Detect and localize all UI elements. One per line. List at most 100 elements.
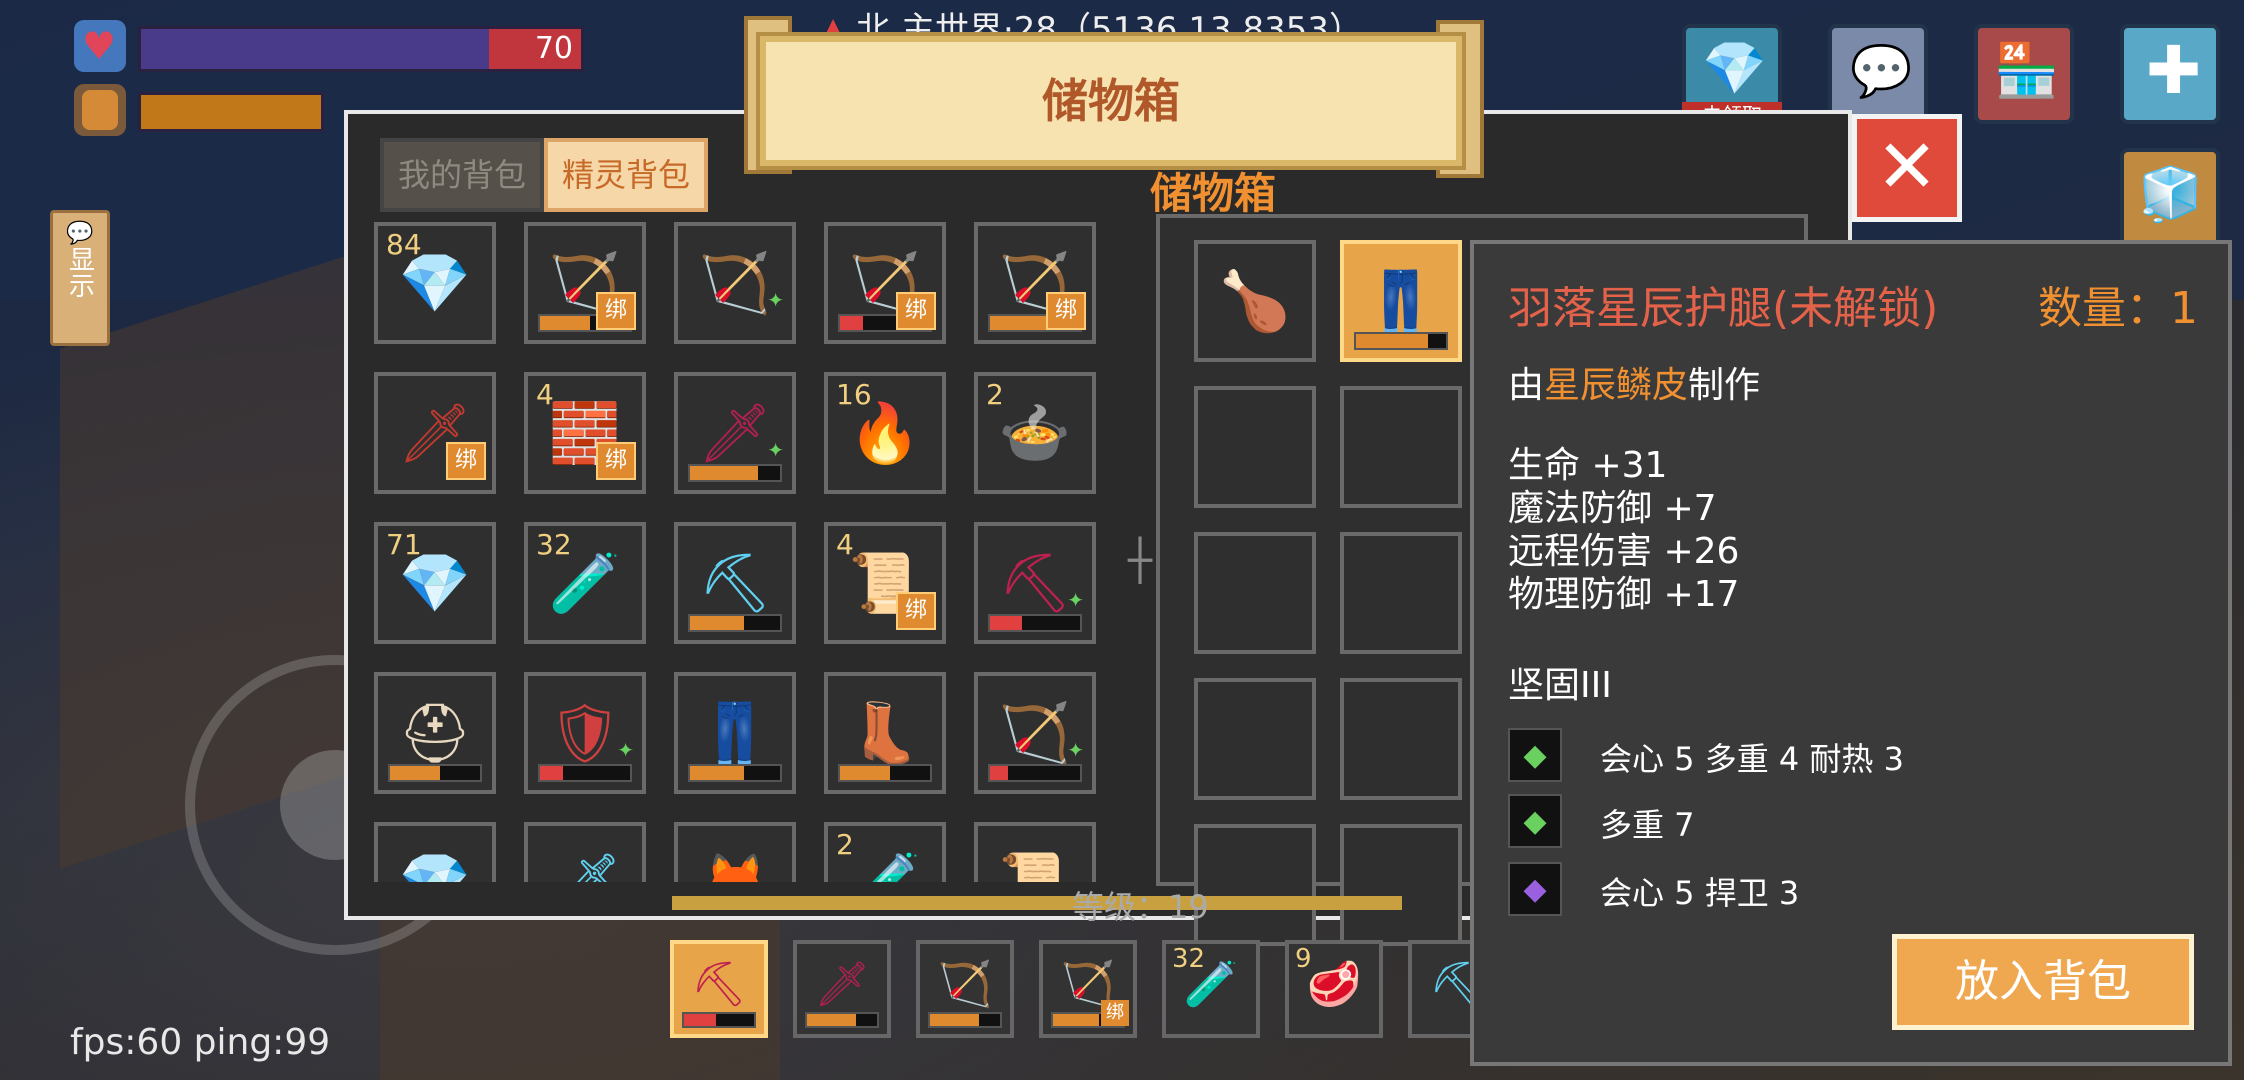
inventory-slot[interactable]: 🏹 绑 [974, 222, 1096, 344]
inventory-slot[interactable]: 🥩 9 [1285, 940, 1383, 1038]
bound-badge: 绑 [896, 592, 936, 630]
inventory-slot[interactable]: ⛑ [374, 672, 496, 794]
inventory-slot[interactable]: 🔥 16 [824, 372, 946, 494]
inventory-slot[interactable]: 🏹 ✦ [974, 672, 1096, 794]
inventory-slot[interactable]: ⛏ ✦ [974, 522, 1096, 644]
sparkle-icon: ✦ [1067, 738, 1084, 762]
inventory-slot[interactable]: 🏹 绑 [824, 222, 946, 344]
inventory-slot[interactable] [1340, 678, 1462, 800]
inventory-slot[interactable] [1340, 824, 1462, 946]
inventory-slot[interactable]: 📜 4 绑 [824, 522, 946, 644]
chat-bubble-icon: 💬 [1850, 42, 1913, 100]
durability-bar [688, 614, 782, 632]
shop-button[interactable]: 🏪 [1974, 24, 2074, 124]
put-in-backpack-button[interactable]: 放入背包 [1892, 934, 2194, 1030]
durability-bar [838, 764, 932, 782]
plus-icon: ✚ [2146, 32, 2202, 109]
inventory-slot[interactable]: 🧱 4 绑 [524, 372, 646, 494]
inventory-slot[interactable] [1194, 532, 1316, 654]
inventory-slot[interactable]: ⛏ [674, 522, 796, 644]
item-icon: 🗡 [528, 848, 642, 882]
stat-line: 生命 +31 [1508, 445, 1668, 486]
stat-line: 远程伤害 +26 [1508, 531, 1740, 572]
crosshair-icon: ┼ [1128, 538, 1153, 584]
inventory-slot[interactable]: 🧪 32 [524, 522, 646, 644]
bound-badge: 绑 [596, 442, 636, 480]
inventory-slot[interactable]: 🧪2 [824, 822, 946, 882]
reward-gem-button[interactable]: 💎 未领取 [1682, 24, 1782, 128]
health-value: 70 [534, 31, 573, 66]
item-count: 84 [386, 228, 422, 261]
stat-line: 物理防御 +17 [1508, 574, 1740, 615]
inventory-slot[interactable]: 🗡 绑 [374, 372, 496, 494]
item-enchant: 坚固III [1508, 665, 1612, 706]
gem-icon: 💎 [1702, 39, 1767, 99]
item-icon: ⛏ [698, 549, 772, 617]
inventory-slot[interactable]: 🏹 [916, 940, 1014, 1038]
durability-bar [688, 464, 782, 482]
gem-icon: ◆ [1508, 794, 1562, 848]
inventory-slot[interactable] [1194, 678, 1316, 800]
level-progress-bar [672, 896, 1402, 910]
cubes-icon: 🧊 [2138, 165, 2203, 225]
item-count: 2 [836, 828, 854, 861]
item-tooltip: 羽落星辰护腿(未解锁) 数量：1 由星辰鳞皮制作 生命 +31 魔法防御 +7 … [1470, 240, 2232, 1066]
tab-spirit-backpack[interactable]: 精灵背包 [544, 138, 708, 212]
window-title: 储物箱 [760, 36, 1462, 166]
item-icon: 👖 [1364, 267, 1438, 335]
inventory-slot[interactable]: 💎 84 [374, 222, 496, 344]
inventory-slot[interactable]: 🦊✦ [674, 822, 796, 882]
blocks-button[interactable]: 🧊 [2120, 148, 2220, 248]
inventory-slot[interactable] [1194, 824, 1316, 946]
inventory-slot[interactable]: 🗡 [793, 940, 891, 1038]
item-count: 9 [1295, 944, 1312, 974]
inventory-slot[interactable]: 🏹 绑 [524, 222, 646, 344]
inventory-slot[interactable] [1194, 386, 1316, 508]
durability-bar [805, 1012, 879, 1028]
inventory-slot[interactable]: 🍲 2 [974, 372, 1096, 494]
inventory-slot[interactable]: 👖 [1340, 240, 1462, 362]
inventory-slot[interactable]: 💎 71 [374, 522, 496, 644]
close-button[interactable]: ✕ [1852, 114, 1962, 222]
chat-button[interactable]: 💬 [1828, 24, 1928, 124]
inventory-slot[interactable] [1340, 532, 1462, 654]
durability-bar [1354, 332, 1448, 350]
item-recipe: 由星辰鳞皮制作 [1508, 365, 1761, 406]
inventory-slot[interactable]: 🏹 绑 [1039, 940, 1137, 1038]
item-icon: 💎 [378, 848, 492, 882]
item-count: 32 [1172, 944, 1206, 974]
inventory-slot[interactable]: 💎✦ [374, 822, 496, 882]
tab-my-backpack[interactable]: 我的背包 [380, 138, 544, 212]
item-stats: 生命 +31 魔法防御 +7 远程伤害 +26 物理防御 +17 [1508, 444, 1739, 616]
bound-badge: 绑 [596, 292, 636, 330]
backpack-grid: 💎 84 🏹 绑 🏹 ✦ 🏹 绑 🏹 绑 🗡 绑 🧱 4 绑 🗡 ✦ 🔥 16 🍲 2 💎 71 🧪 32 ⛏ 📜 4 绑 ⛏ ✦ ⛑ 🛡 ✦ 👖 👢… [374, 222, 1114, 882]
item-count: 数量：1 [2038, 283, 2198, 334]
inventory-slot[interactable]: ⛏ [670, 940, 768, 1038]
inventory-slot[interactable]: 🧪 32 [1162, 940, 1260, 1038]
inventory-slot[interactable]: 🗡✦ [524, 822, 646, 882]
inventory-slot[interactable]: 🏹 ✦ [674, 222, 796, 344]
gem-icon: ◆ [1508, 862, 1562, 916]
durability-bar [388, 764, 482, 782]
inventory-slot[interactable]: 🗡✦ [674, 372, 796, 494]
bound-badge: 绑 [896, 292, 936, 330]
item-icon: 🏹 [937, 959, 993, 1010]
item-icon: 🗡 [814, 959, 870, 1010]
inventory-slot[interactable] [1340, 386, 1462, 508]
inventory-slot[interactable]: 📜 [974, 822, 1096, 882]
add-button[interactable]: ✚ [2120, 24, 2220, 124]
inventory-slot[interactable]: 🍗 [1194, 240, 1316, 362]
inventory-slot[interactable]: 🛡 ✦ [524, 672, 646, 794]
inventory-slot[interactable]: 👖 [674, 672, 796, 794]
chat-icon: 💬 [66, 221, 94, 246]
item-icon: ⛑ [398, 699, 472, 767]
inventory-slot[interactable]: 👢 [824, 672, 946, 794]
item-count: 32 [536, 528, 572, 561]
bound-badge: 绑 [1046, 292, 1086, 330]
item-icon: 👢 [848, 699, 922, 767]
show-toggle-button[interactable]: 💬 显示 [50, 210, 110, 346]
sparkle-icon: ✦ [1067, 588, 1084, 612]
durability-bar [988, 764, 1082, 782]
item-icon: 🦊 [678, 848, 792, 882]
sparkle-icon: ✦ [767, 438, 784, 462]
